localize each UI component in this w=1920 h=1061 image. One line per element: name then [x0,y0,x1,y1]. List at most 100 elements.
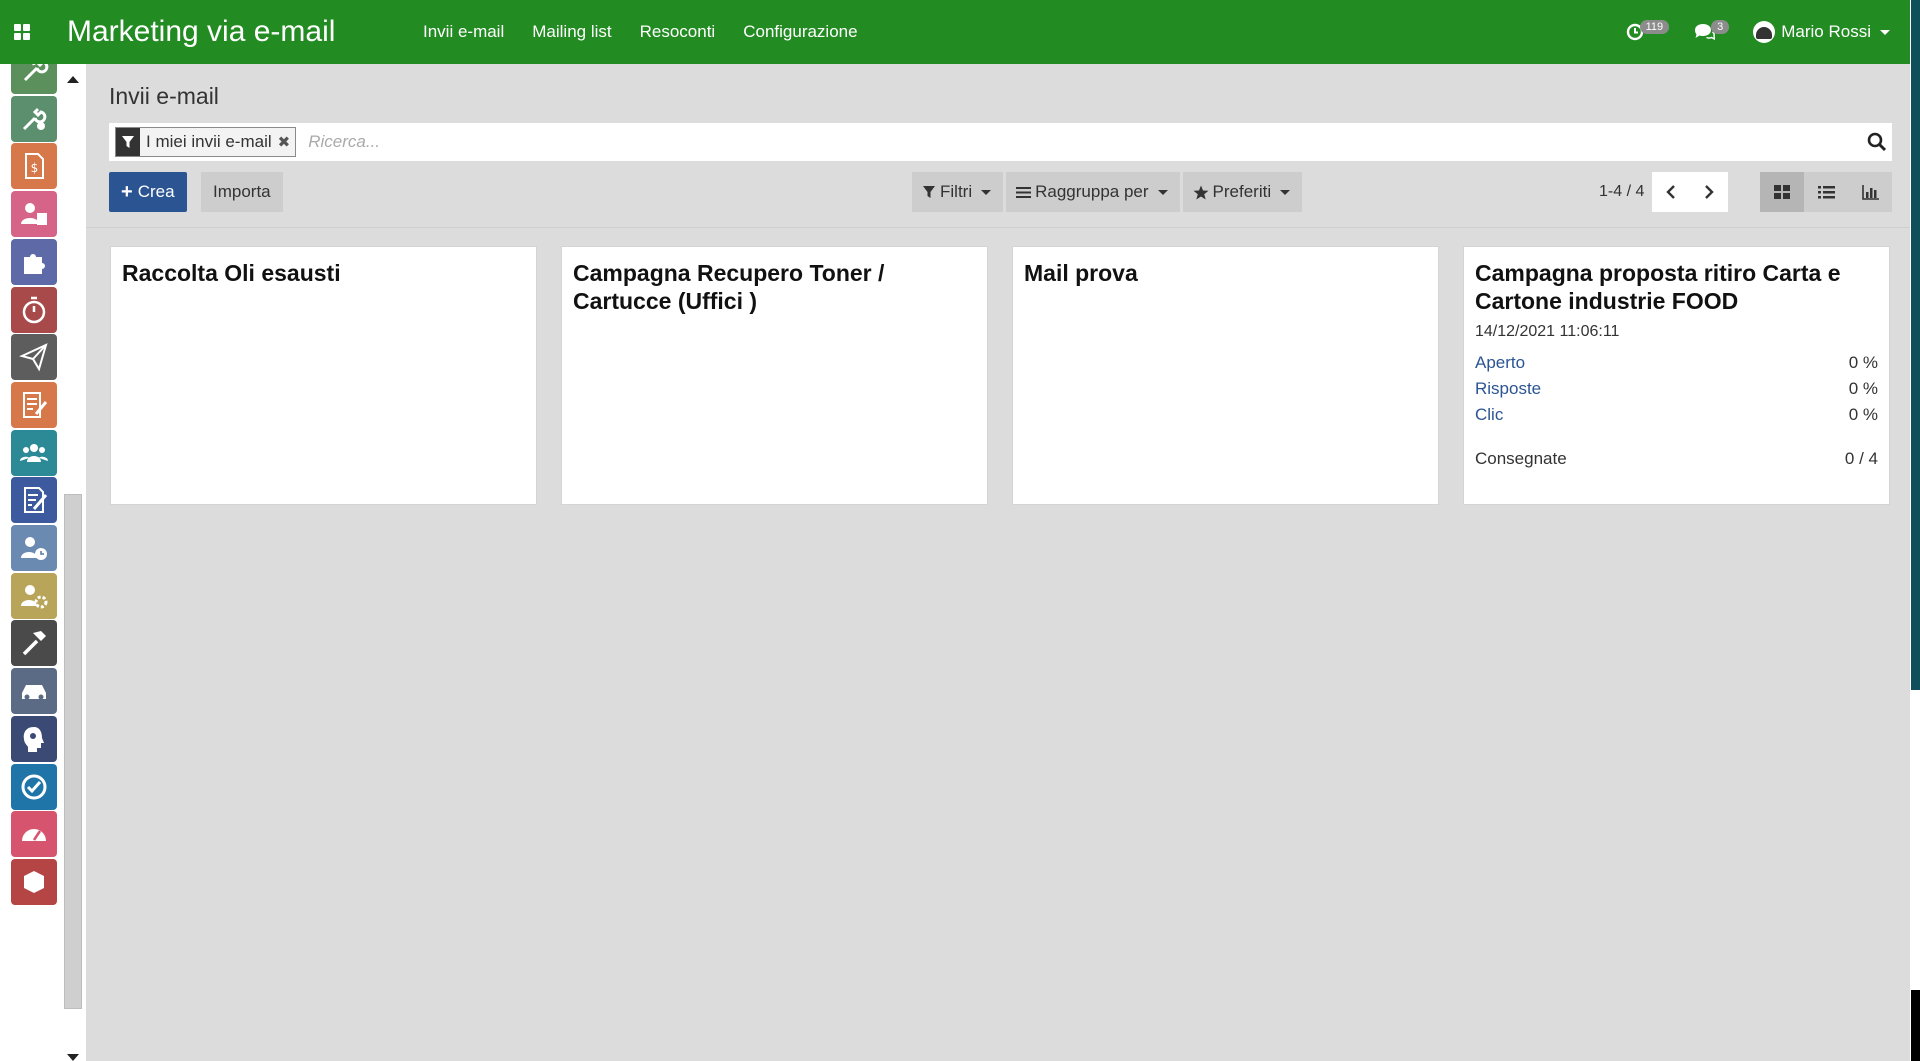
pager-buttons [1652,172,1729,212]
group-by-label: Raggruppa per [1035,182,1149,201]
scroll-down-arrow-icon[interactable] [67,1054,79,1061]
plus-icon: + [121,180,133,203]
sidebar-app-team[interactable] [11,429,57,476]
team-icon [20,443,48,462]
close-icon[interactable]: ✖ [278,133,296,151]
stopwatch-icon [22,296,46,323]
bar-chart-icon [1861,184,1879,200]
stat-opened-link[interactable]: Aperto [1475,353,1525,373]
kanban-view-button[interactable] [1760,172,1804,212]
sidebar-app-sync-check[interactable] [11,763,57,810]
kanban-card[interactable]: Campagna proposta ritiro Carta e Cartone… [1463,246,1890,505]
sidebar-app-invoice[interactable]: $ [11,143,57,190]
activity-button[interactable]: 119 [1626,20,1670,41]
search-icon [1867,132,1887,152]
hammer-icon [22,631,46,656]
sidebar-app-user-gear[interactable] [11,572,57,619]
import-button[interactable]: Importa [201,172,283,212]
favorites-label: Preferiti [1212,182,1272,201]
stat-row-opened: Aperto 0 % [1475,353,1878,373]
dashboard-icon [22,829,46,842]
list-view-button[interactable] [1804,172,1848,212]
app-switcher-button[interactable] [0,0,44,64]
scroll-up-arrow-icon[interactable] [67,76,79,83]
favorites-dropdown[interactable]: Preferiti [1182,172,1303,212]
search-options: Filtri Raggruppa per Preferiti [912,172,1305,212]
stat-opened-value: 0 % [1848,353,1878,372]
message-count-badge: 3 [1711,20,1730,34]
kanban-card[interactable]: Raccolta Oli esausti [110,246,537,505]
star-icon [1193,185,1209,200]
sidebar-app-hammer[interactable] [11,620,57,667]
delivered-value: 0 / 4 [1844,449,1878,468]
pager: 1-4 / 4 [1599,172,1729,212]
filter-icon [922,185,936,199]
facet-label: I miei invii e-mail [146,132,272,151]
kanban-icon [1774,185,1790,199]
user-menu[interactable]: Mario Rossi [1753,21,1890,43]
sidebar-app-checklist[interactable] [11,381,57,428]
filters-dropdown[interactable]: Filtri [912,172,1004,212]
systray: 119 3 Mario Rossi [1602,0,1890,64]
top-navbar: Marketing via e-mail Invii e-mail Mailin… [0,0,1910,64]
graph-view-button[interactable] [1848,172,1892,212]
card-title: Campagna Recupero Toner / Cartucce (Uffi… [573,260,885,314]
pager-previous-button[interactable] [1652,172,1690,212]
sidebar-app-wrench[interactable] [11,64,57,94]
menu-item-invii[interactable]: Invii e-mail [423,22,504,42]
paper-plane-icon [19,343,48,372]
sidebar-app-paper-plane[interactable] [11,334,57,381]
pager-value[interactable]: 1-4 / 4 [1599,183,1644,201]
pager-next-button[interactable] [1690,172,1728,212]
chevron-down-icon [1280,189,1291,195]
sidebar-app-brain[interactable] [11,715,57,762]
group-by-dropdown[interactable]: Raggruppa per [1006,172,1180,212]
chevron-down-icon [1157,189,1168,195]
view-switcher [1760,172,1892,212]
menu-item-mailing-list[interactable]: Mailing list [532,22,611,42]
sidebar-app-document-edit[interactable] [11,477,57,524]
chevron-left-icon [1666,185,1676,199]
sidebar-scrollbar[interactable] [62,64,84,1061]
sidebar-app-user-clock[interactable] [11,525,57,571]
breadcrumb[interactable]: Invii e-mail [109,83,219,110]
search-button[interactable] [1862,132,1892,152]
window-edge-strip [1911,990,1920,1061]
sidebar-app-dashboard[interactable] [11,811,57,858]
control-panel: Invii e-mail I miei invii e-mail ✖ + Cre… [86,64,1910,228]
delivered-row: Consegnate 0 / 4 [1475,449,1878,469]
stat-replied-link[interactable]: Risposte [1475,379,1541,399]
avatar [1753,21,1776,43]
messages-button[interactable]: 3 [1693,20,1730,41]
create-button[interactable]: + Crea [109,172,187,212]
grid-icon [14,24,30,40]
user-clock-icon [21,537,47,560]
sidebar-app-payroll[interactable] [11,191,57,238]
box-icon [24,870,44,893]
car-icon [22,685,46,700]
kanban-card[interactable]: Mail prova [1012,246,1439,505]
sidebar-app-box[interactable] [11,858,57,905]
brain-icon [23,726,44,752]
kanban-card[interactable]: Campagna Recupero Toner / Cartucce (Uffi… [561,246,988,505]
stat-clicked-link[interactable]: Clic [1475,405,1503,425]
menu-item-configurazione[interactable]: Configurazione [743,22,857,42]
stat-replied-value: 0 % [1848,379,1878,398]
sidebar-app-puzzle[interactable] [11,238,57,285]
filters-label: Filtri [940,182,973,201]
list-bars-icon [1016,186,1032,199]
search-input[interactable] [308,132,1862,152]
sidebar-app-tools[interactable] [11,95,57,142]
chevron-right-icon [1705,185,1715,199]
menu-item-resoconti[interactable]: Resoconti [640,22,716,42]
chevron-down-icon [1880,29,1890,35]
card-title: Mail prova [1024,260,1138,286]
invoice-icon: $ [25,153,44,180]
document-edit-icon [24,487,48,514]
apps-sidebar: $ [0,64,86,1061]
sidebar-app-car[interactable] [11,668,57,715]
scrollbar-thumb[interactable] [64,494,82,1009]
wrench-icon [23,64,49,82]
sidebar-app-stopwatch[interactable] [11,286,57,333]
stat-row-clicked: Clic 0 % [1475,405,1878,425]
